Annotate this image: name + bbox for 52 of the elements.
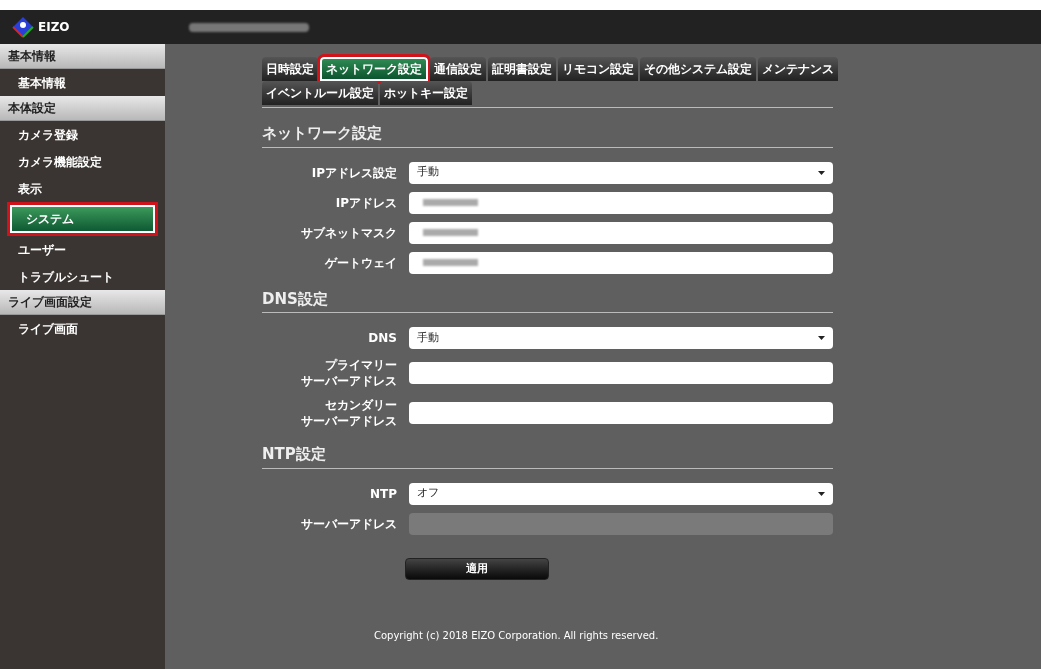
input-field[interactable] xyxy=(409,191,833,214)
field-label: NTP xyxy=(369,485,397,502)
field-label: DNS xyxy=(368,330,397,346)
input-field[interactable] xyxy=(409,221,833,244)
sidebar-item[interactable]: ユーザー xyxy=(0,240,66,259)
sidebar-item[interactable]: 基本情報 xyxy=(0,73,66,92)
sidebar-item[interactable]: カメラ機能設定 xyxy=(0,152,102,171)
section-title: ネットワーク設定 xyxy=(262,122,833,148)
tab[interactable]: 通信設定 xyxy=(430,57,486,81)
field-label: IPアドレス xyxy=(335,194,397,211)
tab[interactable]: イベントルール設定 xyxy=(262,81,378,105)
input-field[interactable] xyxy=(409,402,833,424)
sidebar-item[interactable]: ライブ画面 xyxy=(0,319,78,338)
input-field[interactable] xyxy=(409,362,833,384)
sidebar-item[interactable]: カメラ登録 xyxy=(0,125,78,144)
dropdown[interactable]: 手動 xyxy=(409,161,833,184)
tab[interactable]: 日時設定 xyxy=(262,57,318,81)
dropdown[interactable]: 手動 xyxy=(409,327,833,349)
sidebar-group-header: 本体設定 xyxy=(0,96,165,121)
redacted-value xyxy=(423,199,478,206)
field-label: サーバーアドレス xyxy=(301,413,397,429)
logo-icon xyxy=(12,16,34,38)
tab[interactable]: リモコン設定 xyxy=(558,57,638,81)
tab[interactable]: ホットキー設定 xyxy=(380,81,472,105)
sidebar-item[interactable]: システム xyxy=(10,205,155,233)
tab[interactable]: その他システム設定 xyxy=(640,57,756,81)
input-field[interactable] xyxy=(409,251,833,274)
section-title: NTP設定 xyxy=(262,443,833,469)
tab[interactable]: メンテナンス xyxy=(758,57,838,81)
dropdown[interactable]: オフ xyxy=(409,482,833,505)
sidebar-group-header: ライブ画面設定 xyxy=(0,290,165,315)
redacted-value xyxy=(423,259,478,266)
field-label: サーバーアドレス xyxy=(301,515,397,532)
sidebar-item[interactable]: トラブルシュート xyxy=(0,267,114,286)
field-label: プライマリー xyxy=(325,357,397,373)
logo-text: EIZO xyxy=(38,19,70,36)
sidebar-item[interactable]: 表示 xyxy=(0,179,42,198)
redacted-value xyxy=(423,229,478,236)
sidebar-group-header: 基本情報 xyxy=(0,44,165,69)
caret-icon xyxy=(818,491,825,496)
apply-button[interactable]: 適用 xyxy=(405,557,549,580)
caret-icon xyxy=(818,336,825,340)
section-title: DNS設定 xyxy=(262,287,833,313)
copyright-text: Copyright (c) 2018 EIZO Corporation. All rights reserved. xyxy=(374,628,660,643)
field-label: サブネットマスク xyxy=(301,224,397,241)
field-label: ゲートウェイ xyxy=(325,254,397,271)
field-label: セカンダリー xyxy=(325,397,397,413)
tab[interactable]: ネットワーク設定 xyxy=(320,57,428,81)
field-label: サーバーアドレス xyxy=(301,373,397,389)
caret-icon xyxy=(818,170,825,175)
field-label: IPアドレス設定 xyxy=(311,164,397,181)
tab[interactable]: 証明書設定 xyxy=(488,57,556,81)
